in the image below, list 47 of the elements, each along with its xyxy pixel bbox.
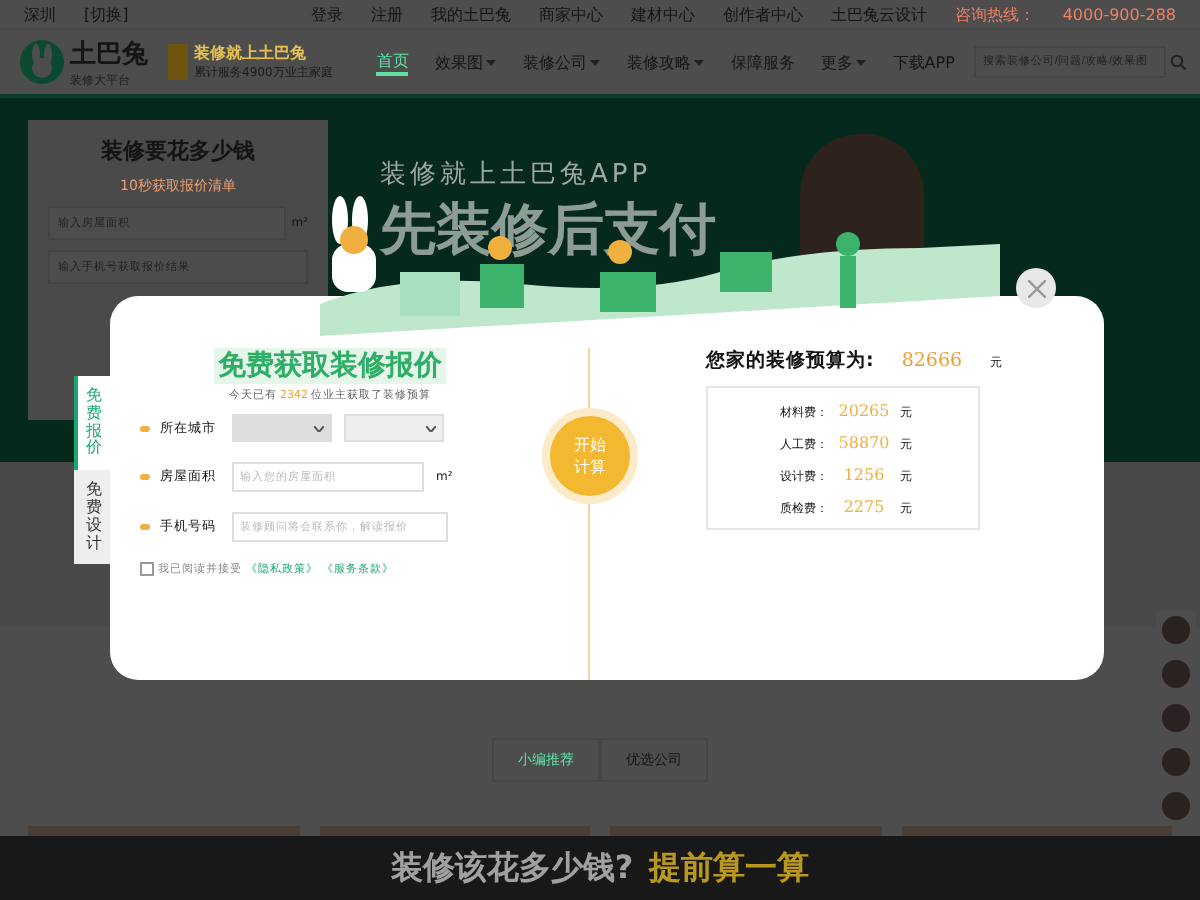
form-title: 免费获取装修报价 xyxy=(214,348,446,384)
nav-item[interactable]: 装修攻略 xyxy=(626,49,705,75)
switch-city-link[interactable]: [切换] xyxy=(84,3,129,25)
search-icon[interactable] xyxy=(1170,54,1187,70)
cost-value: 1256 xyxy=(841,466,887,484)
avatar-icon[interactable] xyxy=(1162,792,1190,820)
nav-item[interactable]: 首页 xyxy=(376,49,409,75)
side-tab[interactable]: 免费报价 xyxy=(74,376,110,471)
hotline-label: 咨询热线： xyxy=(954,3,1035,25)
avatar-icon[interactable] xyxy=(1162,660,1190,688)
calculate-link[interactable]: 提前算一算 xyxy=(649,847,810,889)
side-tab[interactable]: 免费设计 xyxy=(74,470,110,565)
avatar-icon[interactable] xyxy=(1162,616,1190,644)
city-select[interactable] xyxy=(344,414,444,442)
city-select[interactable] xyxy=(232,414,332,442)
caret-icon xyxy=(314,425,324,431)
banner-headline: 装修就上土巴兔APP xyxy=(380,158,654,192)
top-link[interactable]: 土巴兔云设计 xyxy=(830,3,927,25)
top-link[interactable]: 商家中心 xyxy=(538,3,603,25)
nav-item[interactable]: 效果图 xyxy=(434,49,497,75)
close-icon xyxy=(1027,279,1045,297)
cost-value: 2275 xyxy=(841,498,887,516)
avatar-icon[interactable] xyxy=(1162,748,1190,776)
top-link[interactable]: 建材中心 xyxy=(630,3,695,25)
rabbit-logo-icon xyxy=(20,40,64,84)
logo-text[interactable]: 土巴兔 xyxy=(70,35,148,71)
calculate-button[interactable]: 开始计算 xyxy=(542,408,638,504)
banner-question: 装修该花多少钱? xyxy=(390,847,634,889)
nav-item[interactable]: 保障服务 xyxy=(730,49,795,75)
caret-icon xyxy=(426,425,436,431)
budget-title: 您家的装修预算为: xyxy=(706,348,874,374)
top-link[interactable]: 登录 xyxy=(310,3,343,25)
building-icon xyxy=(168,44,188,80)
top-link[interactable]: 注册 xyxy=(370,3,403,25)
top-link[interactable]: 我的土巴兔 xyxy=(430,3,511,25)
avatar-icon[interactable] xyxy=(1162,704,1190,732)
nav-item[interactable]: 装修公司 xyxy=(522,49,601,75)
slogan-text: 装修就上土巴兔 xyxy=(194,42,308,64)
hotline-number[interactable]: 4000-900-288 xyxy=(1062,5,1176,23)
nav-item[interactable]: 下载APP xyxy=(892,49,955,75)
checkbox[interactable] xyxy=(140,562,154,576)
nav-item[interactable]: 更多 xyxy=(820,49,867,75)
budget-total: 82666 xyxy=(901,350,963,372)
location-text: 深圳 xyxy=(24,3,56,25)
cost-value: 20265 xyxy=(836,402,892,420)
top-link[interactable]: 创作者中心 xyxy=(722,3,803,25)
cost-value: 58870 xyxy=(836,434,892,452)
